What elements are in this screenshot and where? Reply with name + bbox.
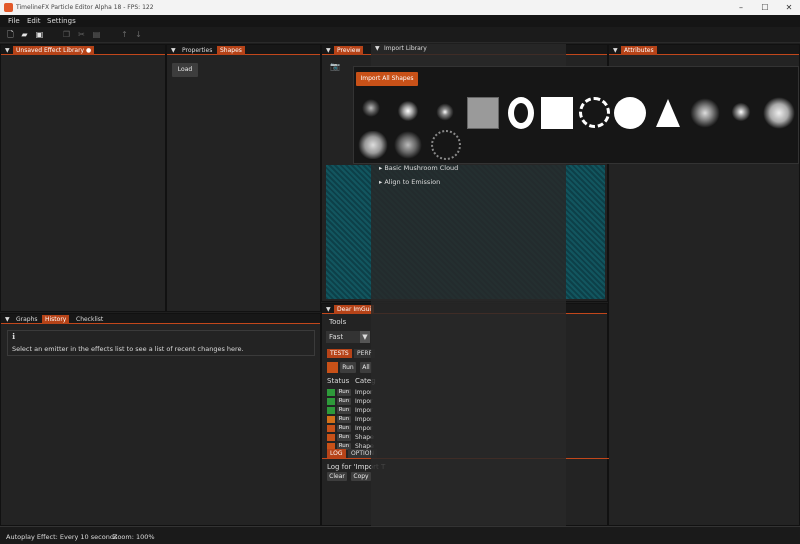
import-item-label: Align to Emission [384, 178, 441, 186]
panel-menu-icon[interactable]: ▼ [5, 315, 10, 324]
panel-menu-icon[interactable]: ▼ [5, 46, 10, 55]
shape-thumbnail[interactable] [730, 101, 752, 123]
test-status-icon [327, 425, 335, 432]
menu-edit[interactable]: Edit [27, 17, 41, 25]
camera-icon[interactable]: 📷 [330, 62, 340, 71]
history-panel: ▼ Graphs History Checklist ℹ Select an e… [0, 313, 321, 526]
tab-checklist[interactable]: Checklist [73, 315, 106, 324]
import-all-shapes-button[interactable]: Import All Shapes [356, 72, 418, 86]
cut-icon[interactable]: ✂ [77, 30, 86, 39]
shapes-panel: ▼ Properties Shapes Load [166, 44, 321, 312]
tools-label: Tools [329, 318, 347, 326]
test-status-icon [327, 389, 335, 396]
shape-thumbnail[interactable] [656, 99, 680, 127]
shape-thumbnail[interactable] [358, 131, 388, 159]
chevron-down-icon: ▼ [360, 331, 370, 343]
test-run-button[interactable]: Run [337, 425, 351, 432]
menu-file[interactable]: File [8, 17, 20, 25]
tab-dear-imgui[interactable]: Dear ImGui [334, 305, 375, 314]
copy-button[interactable]: Copy [351, 472, 371, 481]
import-item-label: Basic Mushroom Cloud [384, 164, 459, 172]
shape-thumbnail[interactable] [394, 131, 422, 159]
collapse-icon[interactable]: ▼ [375, 45, 380, 52]
shapes-popup: Import All Shapes [353, 66, 799, 164]
run-indicator[interactable] [327, 362, 338, 373]
shape-thumbnail[interactable] [541, 97, 573, 129]
test-run-button[interactable]: Run [337, 398, 351, 405]
run-button[interactable]: Run [340, 362, 356, 373]
tab-graphs[interactable]: Graphs [13, 315, 41, 324]
test-status-icon [327, 416, 335, 423]
autoplay-status: Autoplay Effect: Every 10 seconds [6, 533, 118, 541]
test-run-button[interactable]: Run [337, 389, 351, 396]
menu-settings[interactable]: Settings [47, 17, 76, 25]
history-message-box: ℹ Select an emitter in the effects list … [7, 330, 315, 356]
paste-icon[interactable]: ▤ [92, 30, 101, 39]
speed-value: Fast [329, 333, 344, 341]
app-icon [4, 3, 13, 12]
status-bar: Autoplay Effect: Every 10 seconds Zoom: … [0, 526, 800, 544]
tab-library[interactable]: Unsaved Effect Library ● [13, 46, 95, 55]
shape-thumbnail[interactable] [434, 101, 456, 123]
tab-log[interactable]: LOG [327, 449, 346, 458]
shape-thumbnail[interactable] [362, 99, 380, 117]
shape-thumbnail[interactable] [689, 97, 721, 129]
shape-thumbnail[interactable] [396, 99, 420, 123]
load-button[interactable]: Load [172, 63, 198, 77]
test-category: Impor [355, 407, 373, 414]
panel-menu-icon[interactable]: ▼ [326, 305, 331, 314]
panel-menu-icon[interactable]: ▼ [326, 46, 331, 55]
save-icon[interactable]: ▣ [35, 30, 44, 39]
import-item-1[interactable]: ▸ Align to Emission [379, 178, 440, 186]
test-status-icon [327, 434, 335, 441]
test-category: Impor [355, 425, 373, 432]
close-icon[interactable]: ✕ [784, 3, 794, 12]
tab-preview[interactable]: Preview [334, 46, 364, 55]
test-run-button[interactable]: Run [337, 416, 351, 423]
import-library-title: Import Library [384, 45, 427, 52]
shape-thumbnail[interactable] [467, 97, 499, 129]
shape-thumbnail[interactable] [431, 130, 461, 160]
title-bar: TimelineFX Particle Editor Alpha 18 - FP… [0, 0, 800, 15]
test-category: Impor [355, 389, 373, 396]
arrow-up-icon[interactable]: ↑ [120, 30, 129, 39]
test-run-button[interactable]: Run [337, 434, 351, 441]
test-category: Impor [355, 398, 373, 405]
speed-select[interactable]: Fast ▼ [326, 331, 370, 343]
shape-thumbnail[interactable] [763, 97, 795, 129]
library-panel: ▼ Unsaved Effect Library ● [0, 44, 166, 312]
test-status-icon [327, 398, 335, 405]
panel-menu-icon[interactable]: ▼ [613, 46, 618, 55]
maximize-icon[interactable]: ☐ [760, 3, 770, 12]
tab-shapes[interactable]: Shapes [217, 46, 245, 55]
import-item-0[interactable]: ▸ Basic Mushroom Cloud [379, 164, 458, 172]
copy-icon[interactable]: ❐ [62, 30, 71, 39]
tab-properties[interactable]: Properties [179, 46, 215, 55]
shape-thumbnail[interactable] [508, 97, 534, 129]
new-file-icon[interactable]: 🗋 [6, 30, 15, 39]
minimize-icon[interactable]: – [736, 3, 746, 12]
panel-menu-icon[interactable]: ▼ [171, 46, 176, 55]
open-folder-icon[interactable]: ▰ [20, 30, 29, 39]
info-icon: ℹ [12, 332, 16, 341]
tab-tests[interactable]: TESTS [327, 349, 352, 358]
history-message: Select an emitter in the effects list to… [12, 345, 244, 353]
menu-bar: File Edit Settings [0, 15, 800, 27]
window-title: TimelineFX Particle Editor Alpha 18 - FP… [16, 4, 154, 11]
col-status: Status [327, 377, 350, 385]
shape-thumbnail[interactable] [614, 97, 646, 129]
zoom-status: Zoom: 100% [113, 533, 155, 541]
shape-thumbnail[interactable] [579, 97, 610, 128]
test-category: Impor [355, 416, 373, 423]
tab-attributes[interactable]: Attributes [621, 46, 657, 55]
tab-history[interactable]: History [42, 315, 70, 324]
clear-button[interactable]: Clear [327, 472, 347, 481]
test-status-icon [327, 407, 335, 414]
test-run-button[interactable]: Run [337, 407, 351, 414]
toolbar: 🗋 ▰ ▣ ❐ ✂ ▤ ↑ ↓ [0, 27, 800, 43]
arrow-down-icon[interactable]: ↓ [134, 30, 143, 39]
